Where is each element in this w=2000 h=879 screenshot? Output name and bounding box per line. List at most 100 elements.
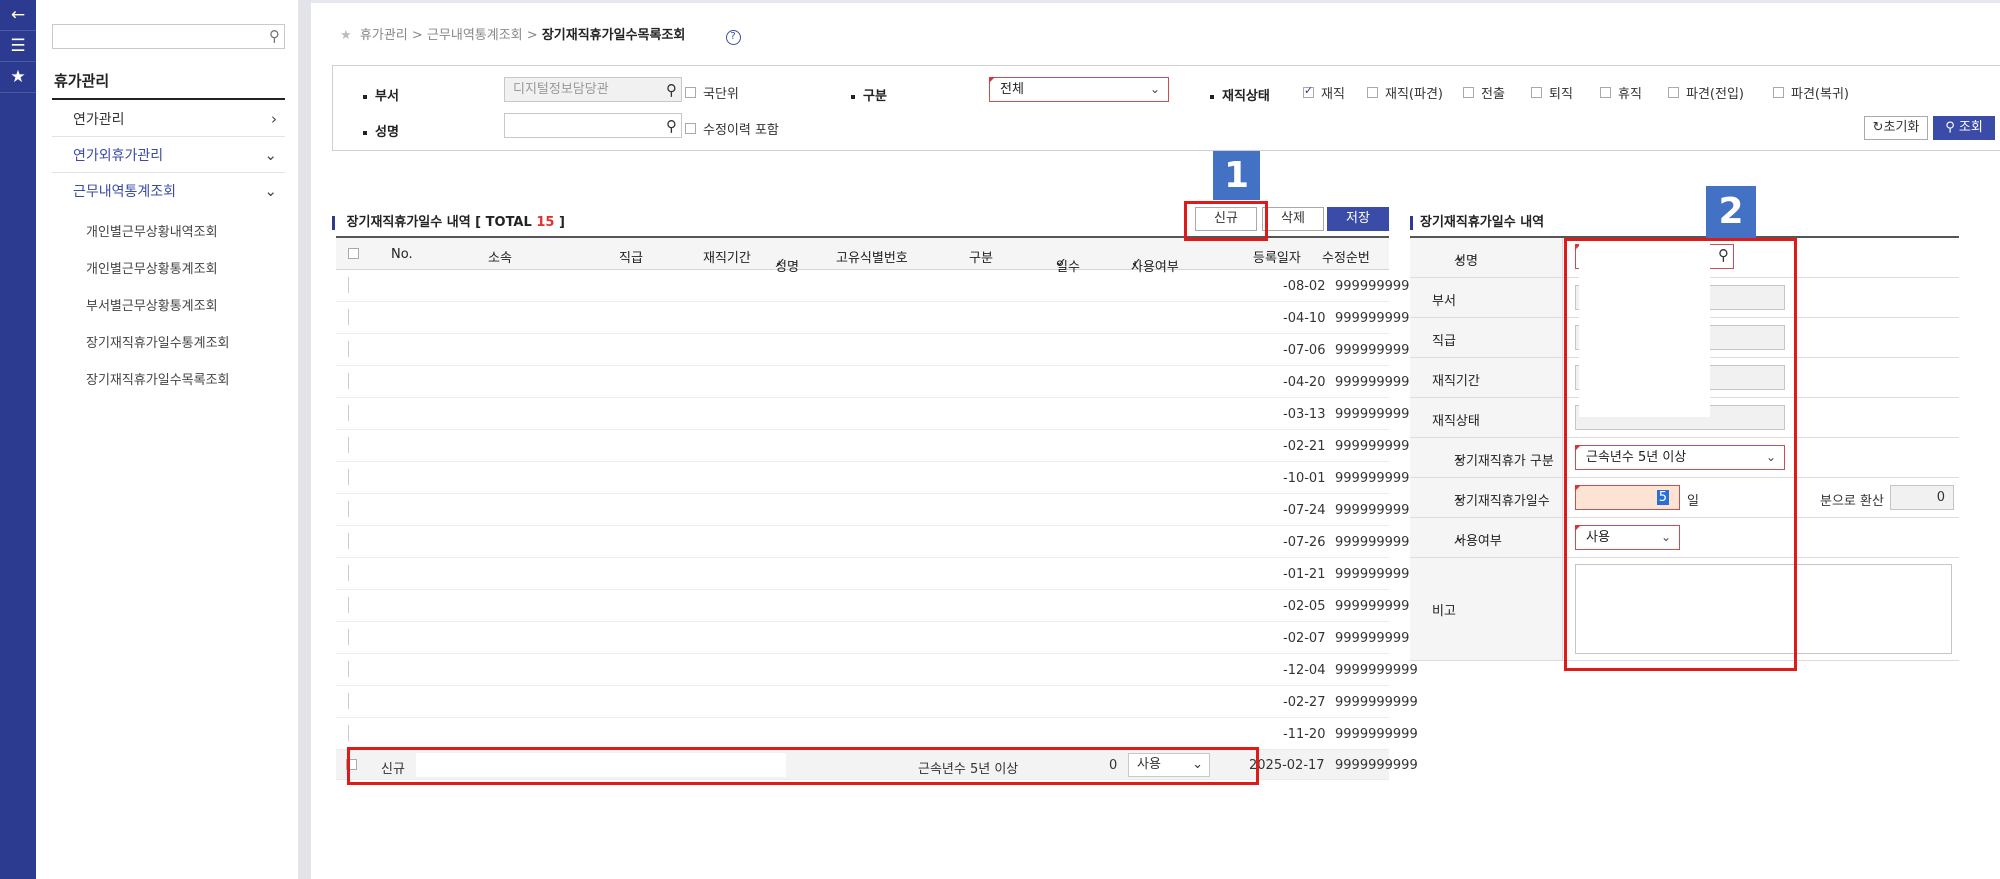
col-header[interactable]: 고유식별번호 [836, 247, 908, 266]
col-header[interactable]: 재직기간 [703, 247, 751, 266]
search-button[interactable]: ⚲ 조회 [1933, 116, 1995, 140]
star-icon[interactable]: ★ [0, 62, 36, 93]
checkbox-label: 파견(복귀) [1791, 87, 1849, 102]
table-row[interactable]: -12-04 9999999999 [336, 654, 1418, 686]
row-checkbox-edge[interactable] [348, 597, 349, 613]
checkbox-label: 퇴직 [1549, 87, 1573, 102]
search-icon[interactable]: ⚲ [666, 79, 677, 102]
checkbox[interactable] [1303, 84, 1314, 98]
row-checkbox-edge[interactable] [348, 693, 349, 709]
submenu-item[interactable]: 개인별근무상황통계조회 [86, 258, 218, 277]
annotation-highlight-new-row [347, 747, 1259, 785]
row-checkbox-edge[interactable] [348, 469, 349, 485]
table-row[interactable]: -10-01 9999999999 [336, 462, 1418, 494]
dept-field[interactable]: 디지털정보담당관 ⚲ [504, 77, 682, 102]
gubun-select[interactable]: 전체 ⌄ [989, 77, 1169, 102]
submenu-item[interactable]: 장기재직휴가일수목록조회 [86, 369, 230, 388]
list-icon[interactable]: ☰ [0, 31, 36, 62]
help-icon[interactable]: ? [725, 30, 741, 45]
submenu-item[interactable]: 부서별근무상황통계조회 [86, 295, 218, 314]
sidebar-item-annual-leave[interactable]: 연가관리 › [52, 101, 285, 137]
national-checkbox[interactable]: 국단위 [685, 83, 739, 102]
checkbox[interactable] [685, 123, 696, 134]
submenu-item[interactable]: 개인별근무상황내역조회 [86, 221, 218, 240]
status-checkbox[interactable]: 전출 [1463, 83, 1505, 102]
status-checkbox[interactable]: 파견(전입) [1668, 83, 1744, 102]
status-checkbox[interactable]: 퇴직 [1531, 83, 1573, 102]
table-row[interactable]: -01-21 9999999999 [336, 558, 1418, 590]
form-label-text: 장기재직휴가 구분 [1454, 454, 1554, 469]
top-divider [311, 0, 2000, 3]
reset-button[interactable]: ↻초기화 [1864, 116, 1928, 140]
col-header[interactable]: 수정순번 [1322, 247, 1370, 266]
status-checkbox[interactable]: 재직(파견) [1367, 83, 1443, 102]
row-checkbox-edge[interactable] [348, 405, 349, 421]
col-header[interactable]: 구분 [969, 247, 993, 266]
search-icon[interactable]: ⚲ [666, 115, 677, 138]
checkbox[interactable] [1463, 87, 1474, 98]
row-checkbox-edge[interactable] [348, 533, 349, 549]
back-arrow-icon[interactable]: ← [0, 0, 36, 31]
form-label: 직급 [1432, 334, 1456, 349]
checkbox[interactable] [685, 87, 696, 98]
checkbox[interactable] [1600, 87, 1611, 98]
row-checkbox-edge[interactable] [348, 501, 349, 517]
sidebar-item-work-stats[interactable]: 근무내역통계조회 ⌄ [52, 173, 285, 209]
col-header[interactable]: 등록일자 [1253, 247, 1301, 266]
checkbox[interactable] [1668, 87, 1679, 98]
table-row[interactable]: -07-24 9999999999 [336, 494, 1418, 526]
checkbox[interactable] [1367, 87, 1378, 98]
search-icon[interactable]: ⚲ [269, 27, 280, 45]
checkbox-label: 재직 [1321, 87, 1345, 102]
star-icon[interactable]: ★ [340, 28, 352, 43]
table-row[interactable]: -02-05 9999999999 [336, 590, 1418, 622]
breadcrumb-item[interactable]: 근무내역통계조회 [427, 28, 523, 43]
submenu-item[interactable]: 장기재직휴가일수통계조회 [86, 332, 230, 351]
status-checkbox[interactable]: 재직 [1303, 83, 1345, 102]
name-search-input[interactable]: ⚲ [504, 113, 682, 138]
breadcrumb-item[interactable]: 휴가관리 [360, 28, 408, 43]
col-header[interactable]: 소속 [488, 247, 512, 266]
row-checkbox-edge[interactable] [348, 565, 349, 581]
row-checkbox-edge[interactable] [348, 373, 349, 389]
sidebar-item-label: 연가외휴가관리 [73, 147, 164, 164]
table-row[interactable]: -02-27 9999999999 [336, 686, 1418, 718]
breadcrumb-current: 장기재직휴가일수목록조회 [541, 28, 686, 43]
table-row[interactable]: -04-10 9999999999 [336, 302, 1418, 334]
status-checkbox[interactable]: 파견(복귀) [1773, 83, 1849, 102]
breadcrumb: ★ 휴가관리 > 근무내역통계조회 > 장기재직휴가일수목록조회 ? [340, 24, 741, 45]
leave-grid: No. 소속 직급 재직기간 ✓ 성명 고유식별번호 구분 ✓ 일수 ✓ 사용여부 등… [336, 236, 1418, 780]
cell-seq: 9999999999 [1335, 535, 1418, 550]
table-row[interactable]: -02-21 9999999999 [336, 430, 1418, 462]
sidebar-item-other-leave[interactable]: 연가외휴가관리 ⌄ [52, 137, 285, 173]
row-checkbox-edge[interactable] [348, 725, 349, 741]
table-row[interactable]: -02-07 9999999999 [336, 622, 1418, 654]
row-checkbox-edge[interactable] [348, 309, 349, 325]
delete-button[interactable]: 삭제 [1262, 207, 1324, 231]
table-row[interactable]: -11-20 9999999999 [336, 718, 1418, 750]
row-checkbox-edge[interactable] [348, 661, 349, 677]
cell-seq: 9999999999 [1335, 695, 1418, 710]
row-checkbox-edge[interactable] [348, 341, 349, 357]
col-header[interactable]: No. [391, 247, 413, 262]
checkbox[interactable] [1531, 87, 1542, 98]
select-all-checkbox[interactable] [348, 248, 359, 259]
status-checkbox[interactable]: 휴직 [1600, 83, 1642, 102]
sidebar-search-input[interactable]: ⚲ [52, 24, 285, 49]
checkbox-label: 국단위 [703, 87, 739, 102]
history-checkbox[interactable]: 수정이력 포함 [685, 119, 779, 138]
table-row[interactable]: -04-20 9999999999 [336, 366, 1418, 398]
row-checkbox-edge[interactable] [348, 437, 349, 453]
sidebar-splitter[interactable] [298, 0, 311, 879]
table-row[interactable]: -07-26 9999999999 [336, 526, 1418, 558]
save-button[interactable]: 저장 [1327, 207, 1389, 231]
form-label-cell: 직급 [1410, 318, 1563, 357]
checkbox[interactable] [1773, 87, 1784, 98]
app-rail: ← ☰ ★ [0, 0, 36, 879]
table-row[interactable]: -07-06 9999999999 [336, 334, 1418, 366]
row-checkbox-edge[interactable] [348, 277, 349, 293]
row-checkbox-edge[interactable] [348, 629, 349, 645]
table-row[interactable]: -03-13 9999999999 [336, 398, 1418, 430]
col-header[interactable]: 직급 [619, 247, 643, 266]
table-row[interactable]: -08-02 9999999999 [336, 270, 1418, 302]
